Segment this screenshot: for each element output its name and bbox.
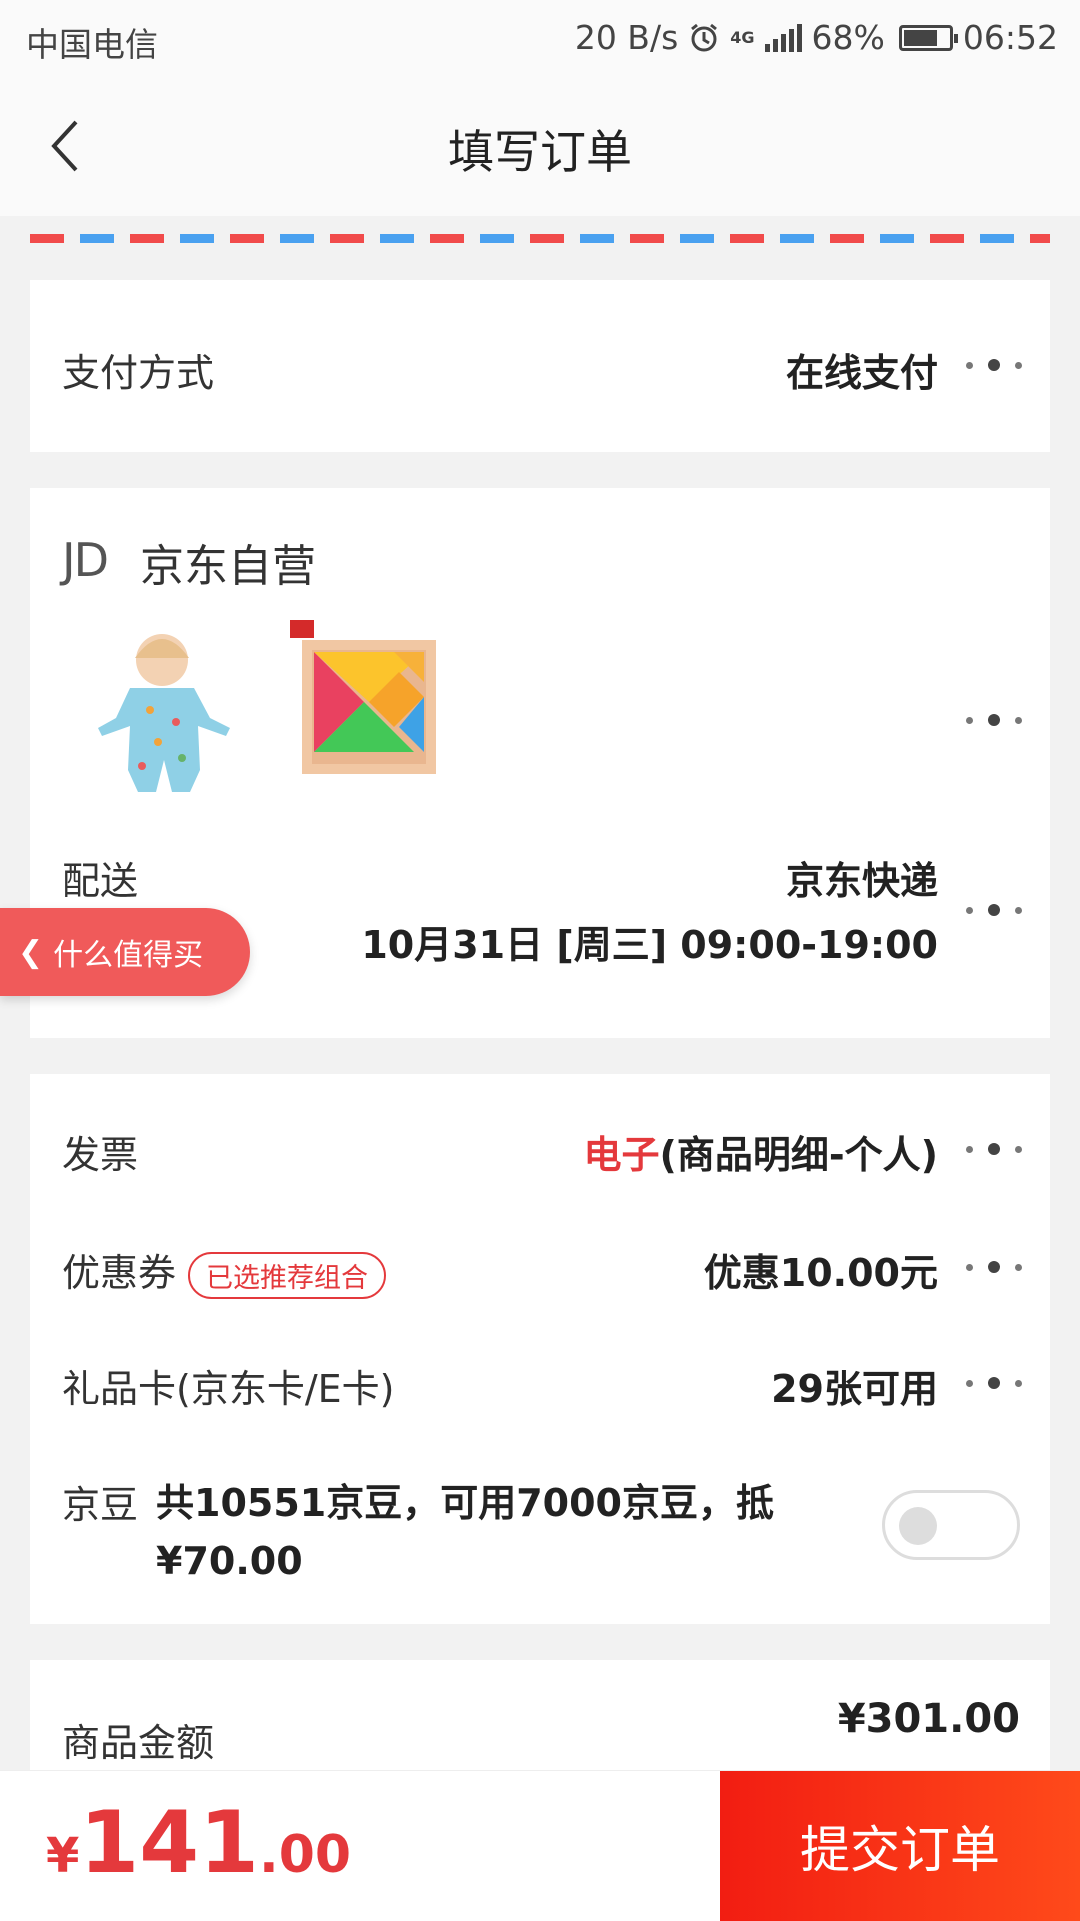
brand-badge	[290, 620, 314, 638]
more-dots-icon	[966, 1260, 1022, 1274]
signal-icon	[764, 23, 802, 52]
page-title: 填写订单	[448, 125, 632, 179]
delivery-label: 配送	[62, 859, 139, 903]
payment-value: 在线支付	[785, 351, 938, 395]
battery-percent: 68%	[811, 18, 885, 57]
more-dots-icon[interactable]	[966, 713, 1022, 727]
gift-card-row[interactable]: 礼品卡(京东卡/E卡) 29张可用	[30, 1358, 1050, 1418]
order-total: ¥141.00	[46, 1793, 352, 1893]
jingdou-toggle[interactable]	[882, 1490, 1020, 1560]
product-image-sleepsuit	[98, 634, 230, 792]
more-dots-icon	[966, 1142, 1022, 1156]
submit-order-button[interactable]: 提交订单	[720, 1771, 1080, 1921]
net-speed: 20 B/s	[574, 18, 679, 57]
invoice-row[interactable]: 发票 电子(商品明细-个人)	[30, 1124, 1050, 1184]
amount-label: 商品金额	[62, 1721, 215, 1765]
payment-label: 支付方式	[62, 351, 215, 395]
more-dots-icon	[966, 358, 1022, 372]
address-stripe-divider	[30, 234, 1050, 243]
coupon-recommend-badge: 已选推荐组合	[188, 1252, 387, 1299]
order-options-card: 发票 电子(商品明细-个人) 优惠券 已选推荐组合 优惠10.00元 礼品卡(京东…	[30, 1074, 1050, 1624]
store-name: 京东自营	[140, 541, 316, 592]
nav-bar: 填写订单	[0, 76, 1080, 216]
float-tag-label: 什么值得买	[53, 938, 204, 973]
coupon-label: 优惠券	[62, 1251, 177, 1295]
carrier-name: 中国电信	[26, 25, 158, 64]
payment-method-row[interactable]: 支付方式 在线支付	[30, 280, 1050, 452]
alarm-icon	[691, 23, 718, 51]
battery-icon	[898, 24, 958, 51]
more-dots-icon	[966, 903, 1022, 917]
smzdm-float-button[interactable]: ❮ 什么值得买	[0, 908, 250, 996]
jd-logo: JD	[62, 533, 109, 587]
product-thumbnails[interactable]	[80, 620, 1020, 800]
jingdou-text: 共10551京豆，可用7000京豆，抵¥70.00	[156, 1481, 774, 1583]
more-dots-icon	[966, 1376, 1022, 1390]
amount-card: 商品金额 ¥301.00	[30, 1660, 1050, 1770]
clock: 06:52	[962, 18, 1058, 57]
checkout-bar: ¥141.00 提交订单	[0, 1770, 1080, 1921]
jingdou-label: 京豆	[62, 1483, 139, 1527]
delivery-carrier: 京东快递	[785, 859, 938, 903]
chevron-left-icon: ❮	[18, 934, 44, 970]
invoice-value: 电子(商品明细-个人)	[583, 1133, 938, 1177]
jingdou-row: 京豆 共10551京豆，可用7000京豆，抵¥70.00	[30, 1474, 1050, 1594]
product-image-tangram	[302, 640, 436, 774]
gift-card-value: 29张可用	[771, 1367, 938, 1411]
gift-card-label: 礼品卡(京东卡/E卡)	[62, 1367, 395, 1411]
invoice-label: 发票	[62, 1133, 139, 1177]
coupon-value: 优惠10.00元	[703, 1251, 938, 1295]
delivery-time: 10月31日 [周三] 09:00-19:00	[361, 923, 938, 967]
coupon-row[interactable]: 优惠券 已选推荐组合 优惠10.00元	[30, 1242, 1050, 1302]
status-bar: 中国电信 20 B/s 4G 68% 06:52	[0, 0, 1080, 76]
network-type: 4G	[730, 28, 755, 47]
amount-value: ¥301.00	[837, 1696, 1020, 1742]
